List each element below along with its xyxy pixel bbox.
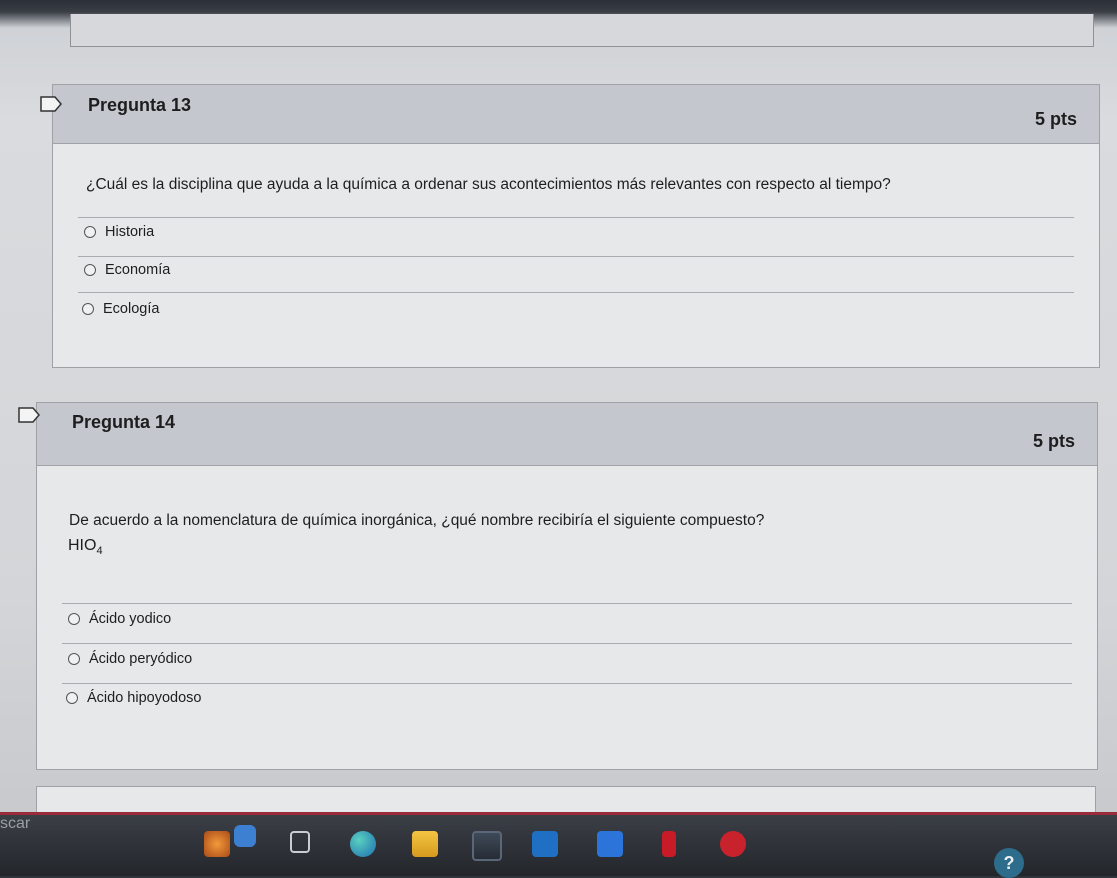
file-explorer-icon[interactable] — [412, 831, 438, 857]
question-text: De acuerdo a la nomenclatura de química … — [69, 512, 765, 529]
option-divider — [78, 217, 1074, 218]
option-divider — [62, 603, 1072, 604]
option-divider — [78, 292, 1074, 293]
taskbar: scar — [0, 812, 1117, 876]
radio-button[interactable] — [84, 264, 96, 276]
radio-button[interactable] — [84, 226, 96, 238]
chemical-formula: HIO4 — [68, 537, 103, 558]
flag-question-icon[interactable] — [18, 407, 40, 423]
radio-button[interactable] — [82, 303, 94, 315]
question-card-14 — [36, 402, 1098, 770]
store-icon[interactable] — [472, 831, 502, 861]
answer-option[interactable]: Ecología — [82, 301, 159, 317]
flag-question-icon[interactable] — [40, 96, 62, 112]
option-label: Ácido hipoyodoso — [87, 690, 202, 706]
answer-option[interactable]: Ácido yodico — [68, 611, 171, 627]
option-label: Ácido yodico — [89, 611, 172, 627]
option-label: Historia — [105, 224, 155, 240]
option-label: Ácido peryódico — [89, 651, 193, 667]
option-label: Ecología — [103, 301, 160, 317]
question-points: 5 pts — [1033, 431, 1076, 451]
pinterest-icon[interactable] — [720, 831, 746, 857]
option-divider — [62, 643, 1072, 644]
question-header — [53, 85, 1099, 144]
answer-option[interactable]: Ácido hipoyodoso — [66, 690, 201, 706]
option-label: Economía — [105, 262, 171, 278]
option-divider — [78, 256, 1074, 257]
option-divider — [62, 683, 1072, 684]
outlook-icon[interactable] — [532, 831, 558, 857]
previous-section-strip — [70, 14, 1094, 47]
taskbar-search-text[interactable]: scar — [0, 815, 30, 833]
edge-icon[interactable] — [350, 831, 376, 857]
radio-button[interactable] — [66, 692, 78, 704]
flower-app-icon[interactable] — [204, 831, 230, 857]
answer-option[interactable]: Ácido peryódico — [68, 651, 192, 667]
question-title: Pregunta 14 — [72, 412, 176, 432]
help-icon[interactable]: ? — [994, 848, 1024, 878]
question-title: Pregunta 13 — [88, 95, 192, 115]
widget-icon[interactable] — [234, 825, 256, 847]
answer-option[interactable]: Economía — [84, 262, 170, 278]
answer-option[interactable]: Historia — [84, 224, 154, 240]
radio-button[interactable] — [68, 613, 80, 625]
question-points: 5 pts — [1035, 109, 1078, 129]
question-header — [37, 403, 1097, 466]
task-view-icon[interactable] — [290, 831, 310, 853]
netflix-icon[interactable] — [662, 831, 676, 857]
dropbox-icon[interactable] — [597, 831, 623, 857]
question-text: ¿Cuál es la disciplina que ayuda a la qu… — [86, 176, 891, 193]
question-card-13 — [52, 84, 1100, 368]
radio-button[interactable] — [68, 653, 80, 665]
